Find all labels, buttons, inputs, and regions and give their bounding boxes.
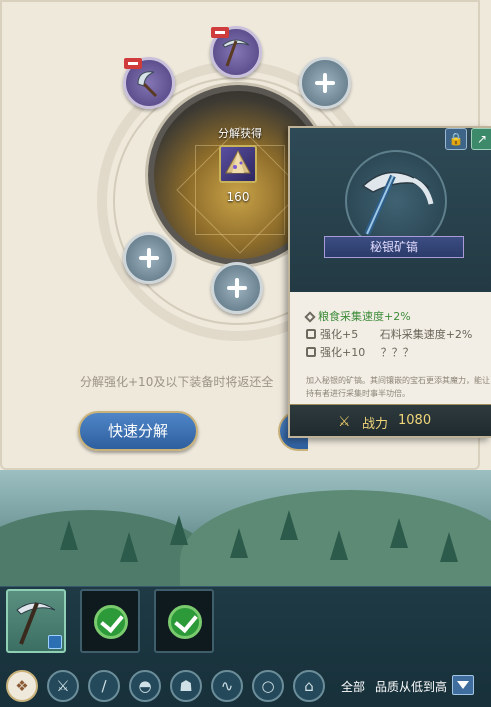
inventory-item[interactable] (154, 589, 214, 653)
power-bar: ⚔ 战力 1080 (290, 404, 491, 436)
stat-row: 粮食采集速度+2% (304, 308, 411, 324)
decompose-screen: { "wheel": { "yield_label": "分解获得", "yie… (0, 0, 491, 707)
slot-sickle[interactable] (123, 57, 175, 109)
remove-badge[interactable] (124, 58, 142, 69)
plus-icon (315, 73, 335, 93)
helmet-icon[interactable]: ◓ (129, 670, 161, 702)
inventory-item[interactable] (6, 589, 66, 653)
tree (280, 510, 298, 540)
item-name: 秘银矿镐 (324, 236, 464, 258)
sort-dropdown-icon[interactable] (452, 675, 474, 695)
enhance-effect: 石料采集速度+2% (379, 328, 473, 341)
rope-icon[interactable]: ∿ (211, 670, 243, 702)
mithril-pickaxe-icon (361, 171, 434, 236)
ring-icon[interactable]: ○ (252, 670, 284, 702)
tree (440, 532, 458, 562)
stat-text: 粮食采集速度+2% (318, 310, 411, 323)
quick-decompose-button[interactable]: 快速分解 (78, 411, 198, 451)
sickle-icon (137, 71, 158, 98)
tree (170, 515, 188, 545)
enhance-effect: ？？？ (380, 346, 414, 359)
slot-empty[interactable] (299, 57, 351, 109)
equipped-badge-icon (48, 635, 62, 649)
boots-icon[interactable]: ⌂ (293, 670, 325, 702)
tree (120, 532, 138, 562)
diamond-icon (304, 311, 316, 323)
tree (60, 520, 78, 550)
item-detail-card: 🔒 ↗ 秘银矿镐 粮食采集速度+2% 强化+5 石料采集速度+2% 强化+10 … (288, 126, 491, 438)
tree (330, 530, 348, 560)
plus-icon (139, 248, 159, 268)
slot-pickaxe[interactable] (210, 26, 262, 78)
lock-icon (306, 329, 316, 339)
crossed-swords-icon: ⚔ (338, 414, 351, 430)
lock-icon (306, 347, 316, 357)
checkmark-icon (168, 605, 202, 639)
power-label: 战力 (362, 417, 389, 432)
armor-icon[interactable]: ☗ (170, 670, 202, 702)
remove-badge[interactable] (211, 27, 229, 38)
sword-icon[interactable]: ∕ (88, 670, 120, 702)
landscape-background (0, 470, 491, 590)
enhance-level: 强化+5 (320, 328, 359, 341)
decompose-info-text: 分解强化+10及以下装备时将返还全 (80, 375, 274, 389)
inventory-item[interactable] (80, 589, 140, 653)
slot-empty[interactable] (211, 262, 263, 314)
share-icon[interactable]: ↗ (471, 128, 491, 150)
lock-icon[interactable]: 🔒 (445, 128, 467, 150)
checkmark-icon (94, 605, 128, 639)
tree (230, 528, 248, 558)
item-description: 加入秘银的矿镐。其间镶嵌的宝石更添其魔力，能让持有者进行采集时事半功倍。 (306, 376, 490, 398)
enhance-row: 强化+10 ？？？ (306, 344, 414, 360)
tree (390, 518, 408, 548)
yield-label: 分解获得 (218, 127, 262, 140)
enhance-row: 强化+5 石料采集速度+2% (306, 326, 472, 342)
yield-count: 160 (226, 190, 250, 204)
enhance-level: 强化+10 (320, 346, 366, 359)
filter-all-label[interactable]: 全部 (341, 678, 365, 695)
filter-all-icon[interactable]: ❖ (6, 670, 38, 702)
pickaxe-icon (222, 39, 250, 67)
plus-icon (227, 278, 247, 298)
crossed-weapons-icon[interactable]: ⚔ (47, 670, 79, 702)
power-value: 1080 (398, 413, 432, 428)
slot-empty[interactable] (123, 232, 175, 284)
crystal-ore-icon[interactable] (219, 145, 257, 183)
sort-label[interactable]: 品质从低到高 (375, 678, 447, 695)
